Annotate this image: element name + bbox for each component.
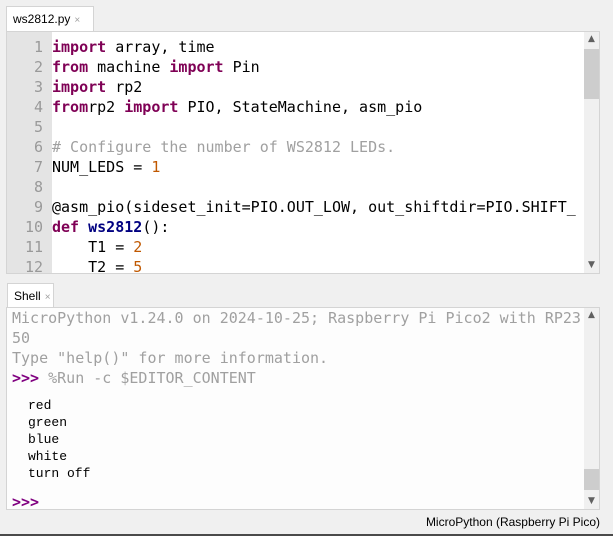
code-line[interactable]: T1 = 2 (52, 237, 584, 257)
code-line[interactable] (52, 177, 584, 197)
code-token: machine (97, 58, 170, 76)
code-line[interactable]: @asm_pio(sideset_init=PIO.OUT_LOW, out_s… (52, 197, 584, 217)
code-token: rp2 (106, 78, 143, 96)
shell-prompt: >>> (12, 369, 40, 387)
shell-output-line: turn off (28, 466, 91, 481)
line-number: 5 (33, 118, 43, 136)
code-token: T2 = (52, 258, 134, 274)
scroll-up-icon[interactable]: ▲ (584, 32, 599, 47)
keyword-token: from (52, 98, 89, 116)
line-number: 4 (33, 98, 43, 116)
number-token: 1 (151, 158, 161, 176)
shell-output-line: green (28, 415, 68, 430)
code-line[interactable] (52, 117, 584, 137)
code-line[interactable]: # Configure the number of WS2812 LEDs. (52, 137, 584, 157)
code-line[interactable]: fromrp2 import PIO, StateMachine, asm_pi… (52, 97, 584, 117)
code-line[interactable]: def ws2812(): (52, 217, 584, 237)
function-name-token: ws2812 (88, 218, 143, 236)
code-line[interactable]: from machine import Pin (52, 57, 584, 77)
shell-scrollbar[interactable]: ▲ ▼ (584, 308, 599, 509)
line-number: 10 (24, 218, 43, 236)
code-token: @asm_pio(sideset_init=PIO.OUT_LOW, out_s… (52, 198, 576, 216)
tab-label: ws2812.py (13, 12, 71, 26)
code-token: PIO, StateMachine, asm_pio (178, 98, 423, 116)
keyword-token: def (52, 218, 80, 236)
line-number: 12 (24, 258, 43, 274)
keyword-token: import (52, 38, 116, 56)
close-icon[interactable]: × (74, 15, 80, 26)
number-token: 5 (133, 258, 143, 274)
scroll-down-icon[interactable]: ▼ (584, 494, 599, 509)
shell-output-line: red (28, 398, 52, 413)
scroll-down-icon[interactable]: ▼ (584, 258, 599, 273)
line-number: 7 (33, 158, 43, 176)
shell-output-line: blue (28, 432, 60, 447)
shell-text: MicroPython v1.24.0 on 2024-10-25; Raspb… (12, 308, 584, 428)
scrollbar-thumb[interactable] (584, 49, 599, 99)
keyword-token: import (124, 98, 179, 116)
keyword-token: from (52, 58, 98, 76)
line-number: 6 (33, 138, 43, 156)
line-number: 11 (24, 238, 43, 256)
comment-token: # Configure the number of WS2812 LEDs. (52, 138, 396, 156)
code-area[interactable]: import array, time from machine import Pi… (52, 37, 584, 274)
code-token: T1 = (52, 238, 134, 256)
shell-panel[interactable]: MicroPython v1.24.0 on 2024-10-25; Raspb… (6, 307, 600, 510)
scroll-up-icon[interactable]: ▲ (584, 308, 599, 323)
shell-command-line: >>> %Run -c $EDITOR_CONTENT (12, 368, 256, 388)
line-number: 2 (33, 58, 43, 76)
tab-label: Shell (14, 289, 41, 303)
scrollbar-thumb[interactable] (584, 469, 599, 490)
shell-input-prompt[interactable]: >>> (12, 492, 39, 509)
shell-help-line: Type "help()" for more information. (12, 349, 329, 367)
shell-banner-line: MicroPython v1.24.0 on 2024-10-25; Raspb… (12, 309, 581, 327)
keyword-token: import (169, 58, 224, 76)
shell-output-line: white (28, 449, 68, 464)
code-line[interactable]: import rp2 (52, 77, 584, 97)
code-token: NUM_LEDS = (52, 158, 152, 176)
shell-banner-line: 50 (12, 329, 31, 347)
editor-scrollbar[interactable]: ▲ ▼ (584, 32, 599, 273)
keyword-token: import (52, 78, 107, 96)
code-editor[interactable]: 1 2 3 4 5 6 7 8 9 10 11 12 import array, time from m… (6, 31, 600, 274)
number-token: 2 (133, 238, 143, 256)
line-number: 8 (33, 178, 43, 196)
close-icon[interactable]: × (45, 292, 51, 303)
code-token: rp2 (88, 98, 125, 116)
shell-command: %Run -c $EDITOR_CONTENT (39, 369, 256, 387)
tab-editor-file[interactable]: ws2812.py × (6, 6, 94, 31)
code-token: (): (142, 218, 170, 236)
tab-shell[interactable]: Shell × (7, 283, 54, 308)
code-line[interactable]: T2 = 5 (52, 257, 584, 274)
line-number-gutter: 1 2 3 4 5 6 7 8 9 10 11 12 (7, 32, 52, 273)
code-line[interactable]: import array, time (52, 37, 584, 57)
line-number: 9 (33, 198, 43, 216)
line-number: 3 (33, 78, 43, 96)
code-line[interactable]: NUM_LEDS = 1 (52, 157, 584, 177)
code-token: array, time (115, 38, 215, 56)
code-token: Pin (223, 58, 260, 76)
line-number: 1 (33, 38, 43, 56)
interpreter-status[interactable]: MicroPython (Raspberry Pi Pico) (426, 515, 600, 529)
